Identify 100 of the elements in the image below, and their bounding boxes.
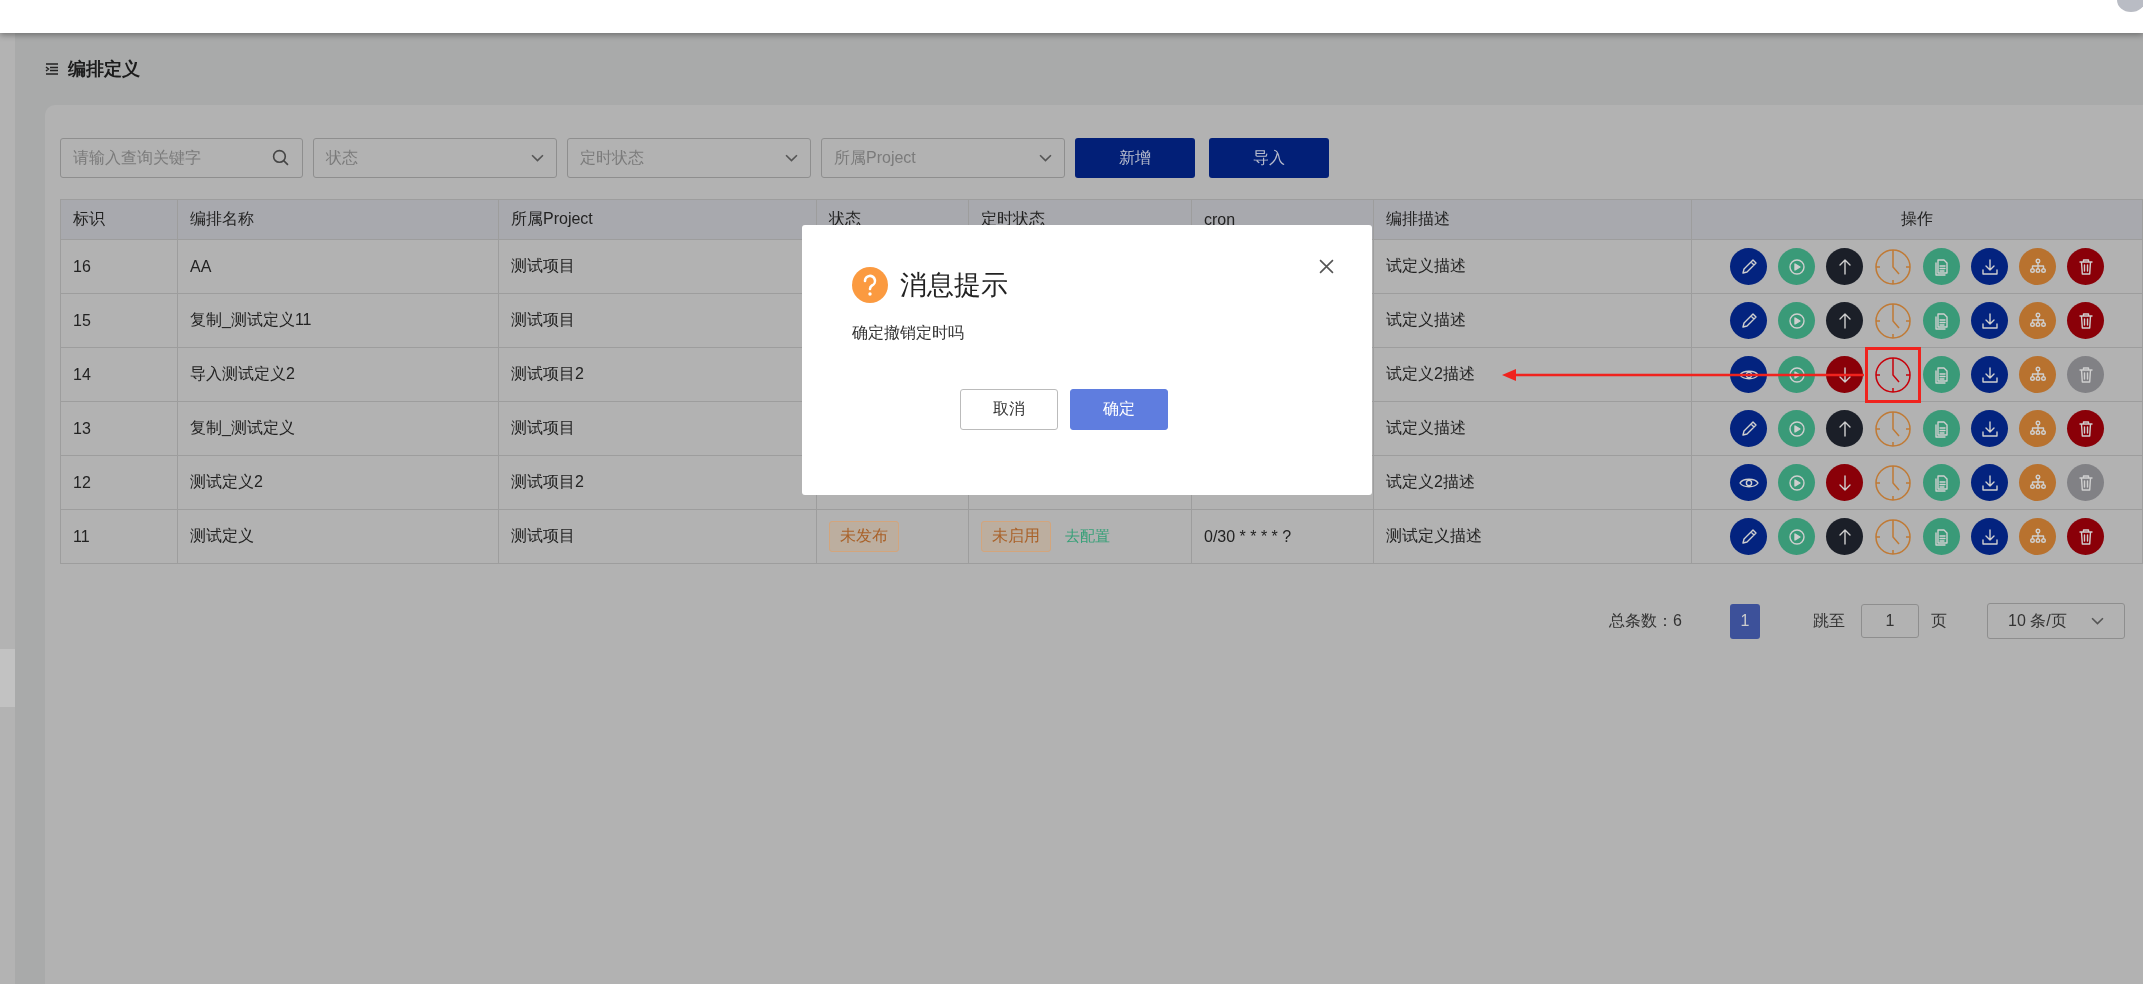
document-button[interactable]: [1923, 302, 1960, 339]
hierarchy-button[interactable]: [2019, 302, 2056, 339]
table-cell: 14: [60, 347, 178, 402]
clock-button[interactable]: [1874, 517, 1912, 556]
column-header: 编排名称: [177, 199, 499, 240]
table-cell: 15: [60, 293, 178, 348]
page-title: 编排定义: [68, 58, 140, 81]
question-icon: [852, 267, 888, 303]
edit-button[interactable]: [1730, 518, 1767, 555]
run-button[interactable]: [1778, 356, 1815, 393]
document-button[interactable]: [1923, 464, 1960, 501]
publish-button[interactable]: [1826, 302, 1863, 339]
delete-button[interactable]: [2067, 356, 2104, 393]
clock-button[interactable]: [1874, 463, 1912, 502]
edit-button[interactable]: [1730, 302, 1767, 339]
clock-icon: [1874, 355, 1912, 394]
download-button[interactable]: [1971, 302, 2008, 339]
hierarchy-button[interactable]: [2019, 356, 2056, 393]
publish-button[interactable]: [1826, 518, 1863, 555]
column-header: 操作: [1691, 199, 2143, 240]
publish-button[interactable]: [1826, 248, 1863, 285]
delete-button[interactable]: [2067, 248, 2104, 285]
view-button[interactable]: [1730, 356, 1767, 393]
publish-button[interactable]: [1826, 410, 1863, 447]
delete-button[interactable]: [2067, 518, 2104, 555]
run-button[interactable]: [1778, 464, 1815, 501]
search-icon[interactable]: [272, 149, 289, 166]
edit-button[interactable]: [1730, 248, 1767, 285]
confirm-button[interactable]: 确定: [1070, 389, 1168, 430]
dialog-message: 确定撤销定时吗: [852, 323, 965, 343]
table-cell: 测试定义: [177, 509, 499, 564]
jump-label: 跳至: [1813, 610, 1845, 631]
document-button[interactable]: [1923, 248, 1960, 285]
hierarchy-button[interactable]: [2019, 248, 2056, 285]
run-button[interactable]: [1778, 518, 1815, 555]
cancel-button[interactable]: 取消: [960, 389, 1058, 430]
download-button[interactable]: [1971, 410, 2008, 447]
indent-icon[interactable]: [45, 63, 59, 75]
run-button[interactable]: [1778, 410, 1815, 447]
chevron-down-icon: [531, 153, 544, 163]
document-button[interactable]: [1923, 356, 1960, 393]
document-button[interactable]: [1923, 518, 1960, 555]
column-header: 所属Project: [498, 199, 817, 240]
withdraw-button[interactable]: [1826, 356, 1863, 393]
clock-button[interactable]: [1874, 247, 1912, 286]
hierarchy-button[interactable]: [2019, 410, 2056, 447]
table-cell: AA: [177, 239, 499, 294]
table-cell: 0/30 * * * * ?: [1191, 509, 1374, 564]
table-cell: 复制_测试定义: [177, 401, 499, 456]
table-cell: 13: [60, 401, 178, 456]
table-cell: 试定义2描述: [1373, 455, 1692, 510]
page-button[interactable]: 1: [1730, 603, 1760, 639]
run-button[interactable]: [1778, 302, 1815, 339]
download-button[interactable]: [1971, 464, 2008, 501]
edit-button[interactable]: [1730, 410, 1767, 447]
view-button[interactable]: [1730, 464, 1767, 501]
page-label: 页: [1931, 610, 1947, 631]
toolbar-button[interactable]: 新增: [1075, 138, 1195, 178]
column-header: 标识: [60, 199, 178, 240]
clock-button[interactable]: [1865, 346, 1921, 403]
clock-icon: [1874, 463, 1912, 502]
download-button[interactable]: [1971, 356, 2008, 393]
toolbar-button[interactable]: 导入: [1209, 138, 1329, 178]
dialog-title: 消息提示: [900, 269, 1008, 302]
delete-button[interactable]: [2067, 464, 2104, 501]
page-size-select[interactable]: 10 条/页: [1987, 603, 2125, 639]
table-cell: 试定义描述: [1373, 293, 1692, 348]
table-cell: 试定义描述: [1373, 239, 1692, 294]
chevron-down-icon: [2090, 616, 2104, 626]
clock-icon: [1874, 301, 1912, 340]
table-cell: 12: [60, 455, 178, 510]
withdraw-button[interactable]: [1826, 464, 1863, 501]
timer-status-tag: 未启用: [981, 521, 1051, 552]
table-cell: 测试项目: [498, 509, 817, 564]
download-button[interactable]: [1971, 518, 2008, 555]
hierarchy-button[interactable]: [2019, 518, 2056, 555]
table-cell: 导入测试定义2: [177, 347, 499, 402]
delete-button[interactable]: [2067, 302, 2104, 339]
run-button[interactable]: [1778, 248, 1815, 285]
status-tag: 未发布: [829, 521, 899, 552]
page-jump-field[interactable]: 1: [1861, 604, 1919, 638]
table-cell: 试定义描述: [1373, 401, 1692, 456]
clock-button[interactable]: [1874, 409, 1912, 448]
chevron-down-icon: [1039, 153, 1052, 163]
document-button[interactable]: [1923, 410, 1960, 447]
table-cell: 16: [60, 239, 178, 294]
clock-icon: [1874, 409, 1912, 448]
close-icon[interactable]: [1319, 259, 1334, 274]
hierarchy-button[interactable]: [2019, 464, 2056, 501]
table-cell: 复制_测试定义11: [177, 293, 499, 348]
chevron-down-icon: [785, 153, 798, 163]
clock-button[interactable]: [1874, 301, 1912, 340]
delete-button[interactable]: [2067, 410, 2104, 447]
table-cell: 11: [60, 509, 178, 564]
total-count: 总条数：6: [1609, 610, 1682, 631]
table-cell: 测试定义描述: [1373, 509, 1692, 564]
clock-icon: [1874, 517, 1912, 556]
table-cell: 测试定义2: [177, 455, 499, 510]
column-header: 编排描述: [1373, 199, 1692, 240]
download-button[interactable]: [1971, 248, 2008, 285]
